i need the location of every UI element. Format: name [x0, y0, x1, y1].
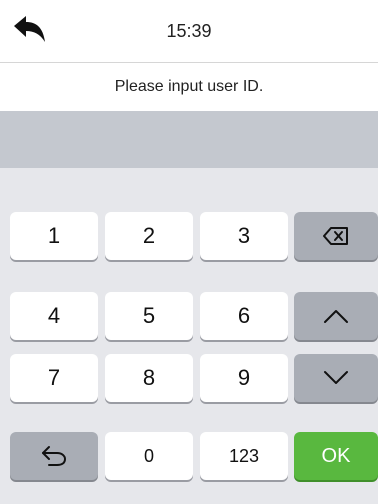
- backspace-key[interactable]: [294, 212, 378, 260]
- ok-button[interactable]: OK: [294, 432, 378, 480]
- chevron-down-icon: [324, 371, 348, 384]
- backspace-icon: [323, 227, 348, 245]
- chevron-up-icon: [324, 310, 348, 323]
- user-id-input[interactable]: [0, 111, 378, 168]
- key-7[interactable]: 7: [10, 354, 98, 402]
- key-1[interactable]: 1: [10, 212, 98, 260]
- key-9[interactable]: 9: [200, 354, 288, 402]
- key-0[interactable]: 0: [105, 432, 193, 480]
- numeric-keypad: 1 2 3 4 5 6 7 8 9 0 123 OK: [0, 168, 378, 504]
- up-key[interactable]: [294, 292, 378, 340]
- key-2[interactable]: 2: [105, 212, 193, 260]
- down-key[interactable]: [294, 354, 378, 402]
- clock-time: 15:39: [166, 21, 212, 41]
- input-prompt: Please input user ID.: [114, 78, 264, 95]
- undo-key[interactable]: [10, 432, 98, 480]
- input-mode-key[interactable]: 123: [200, 432, 288, 480]
- key-4[interactable]: 4: [10, 292, 98, 340]
- key-6[interactable]: 6: [200, 292, 288, 340]
- header-bar: 15:39: [0, 0, 378, 63]
- undo-icon: [42, 446, 67, 466]
- key-3[interactable]: 3: [200, 212, 288, 260]
- key-8[interactable]: 8: [105, 354, 193, 402]
- key-5[interactable]: 5: [105, 292, 193, 340]
